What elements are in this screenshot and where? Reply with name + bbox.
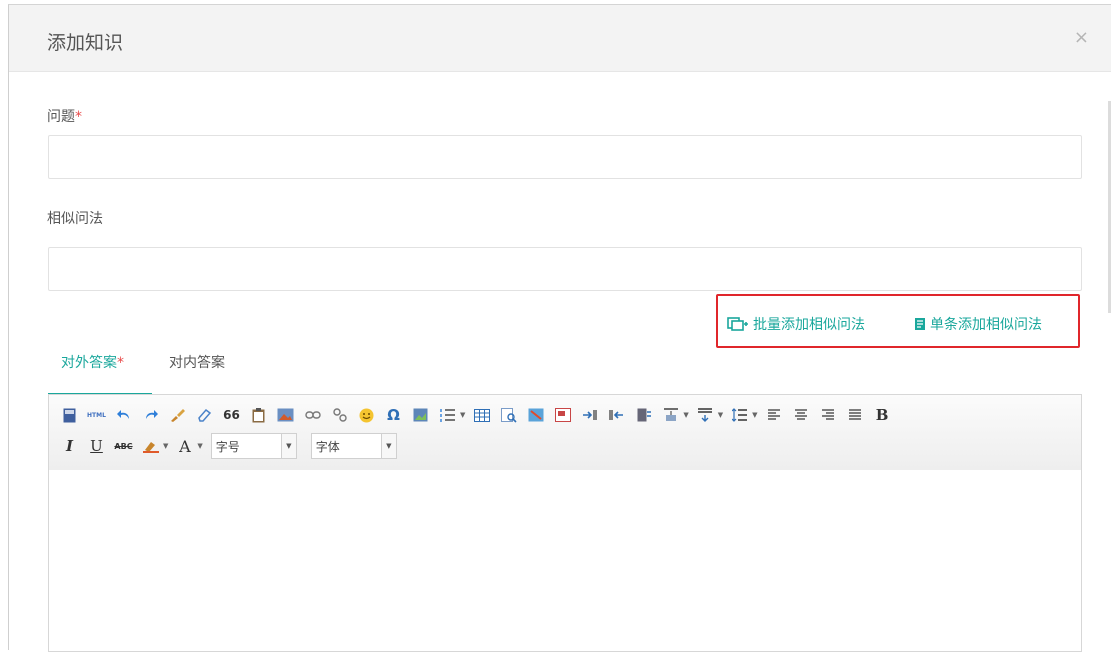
insert-picture-icon[interactable] bbox=[410, 405, 431, 425]
tab-external-answer-label: 对外答案 bbox=[61, 355, 117, 371]
editor-toolbar: HTML 66 Ω ▼ ▼ ▼ ▼ B I U ABC ▼ A ▼ 字号 ▼ 字… bbox=[49, 395, 1081, 471]
font-color-icon[interactable]: A bbox=[174, 436, 195, 456]
tab-external-answer[interactable]: 对外答案* bbox=[61, 352, 124, 372]
paragraph-spacing-dropdown-icon[interactable]: ▼ bbox=[718, 411, 723, 419]
add-similar-actions-highlight: 批量添加相似问法 单条添加相似问法 bbox=[716, 294, 1080, 348]
similar-question-input[interactable] bbox=[48, 247, 1082, 291]
special-char-label: Ω bbox=[387, 406, 400, 424]
blockquote-icon[interactable]: 66 bbox=[221, 405, 242, 425]
dialog-header: 添加知识 × bbox=[9, 5, 1111, 72]
insert-frame-icon[interactable] bbox=[552, 405, 573, 425]
blockquote-label: 66 bbox=[223, 408, 240, 422]
font-family-dropdown-icon: ▼ bbox=[380, 433, 397, 459]
strikethrough-label: ABC bbox=[114, 441, 133, 451]
paste-icon[interactable] bbox=[248, 405, 269, 425]
block-icon[interactable] bbox=[633, 405, 654, 425]
italic-icon[interactable]: I bbox=[59, 436, 80, 456]
bold-icon[interactable]: B bbox=[872, 405, 893, 425]
format-painter-icon[interactable] bbox=[167, 405, 188, 425]
add-knowledge-dialog: 添加知识 × 问题* 相似问法 批量添加相似问法 单条添加相似问法 对外答案* … bbox=[8, 4, 1111, 652]
dialog-title: 添加知识 bbox=[47, 32, 124, 54]
ordered-list-dropdown-icon[interactable]: ▼ bbox=[460, 411, 465, 419]
answer-editor: HTML 66 Ω ▼ ▼ ▼ ▼ B I U ABC ▼ A ▼ 字号 ▼ 字… bbox=[48, 394, 1082, 652]
single-add-similar-link[interactable]: 单条添加相似问法 bbox=[914, 314, 1042, 334]
single-add-label: 单条添加相似问法 bbox=[930, 317, 1042, 333]
bold-label: B bbox=[875, 406, 889, 424]
unlink-icon[interactable] bbox=[329, 405, 350, 425]
ordered-list-icon[interactable] bbox=[437, 405, 458, 425]
ltr-icon[interactable] bbox=[579, 405, 600, 425]
html-source-icon[interactable]: HTML bbox=[86, 405, 107, 425]
single-add-icon bbox=[915, 318, 925, 330]
highlight-color-dropdown-icon[interactable]: ▼ bbox=[163, 442, 168, 450]
align-dropdown-icon[interactable]: ▼ bbox=[683, 411, 688, 419]
undo-icon[interactable] bbox=[113, 405, 134, 425]
justify-icon[interactable] bbox=[845, 405, 866, 425]
tab-required-mark: * bbox=[117, 355, 124, 371]
toolbar-row-1: HTML 66 Ω ▼ ▼ ▼ ▼ B bbox=[59, 404, 899, 426]
html-source-label: HTML bbox=[87, 411, 106, 419]
font-color-dropdown-icon[interactable]: ▼ bbox=[197, 442, 202, 450]
question-input[interactable] bbox=[48, 135, 1082, 179]
map-icon[interactable] bbox=[525, 405, 546, 425]
toolbar-row-2: I U ABC ▼ A ▼ 字号 ▼ 字体 ▼ bbox=[59, 433, 397, 459]
rtl-icon[interactable] bbox=[606, 405, 627, 425]
search-replace-icon[interactable] bbox=[498, 405, 519, 425]
similar-question-label: 相似问法 bbox=[47, 211, 103, 227]
batch-add-icon bbox=[727, 317, 748, 331]
font-color-label: A bbox=[179, 436, 191, 456]
image-icon[interactable] bbox=[275, 405, 296, 425]
question-label: 问题* bbox=[47, 106, 82, 126]
eraser-icon[interactable] bbox=[194, 405, 215, 425]
font-size-select[interactable]: 字号 ▼ bbox=[210, 433, 297, 459]
align-center-icon[interactable] bbox=[791, 405, 812, 425]
question-label-text: 问题 bbox=[47, 109, 75, 125]
align-right-icon[interactable] bbox=[818, 405, 839, 425]
italic-label: I bbox=[65, 437, 74, 455]
table-icon[interactable] bbox=[471, 405, 492, 425]
required-mark: * bbox=[75, 109, 82, 125]
align-left-icon[interactable] bbox=[764, 405, 785, 425]
font-family-select-value: 字体 bbox=[315, 439, 340, 454]
font-size-select-value: 字号 bbox=[215, 439, 240, 454]
batch-add-label: 批量添加相似问法 bbox=[753, 317, 865, 333]
strikethrough-icon[interactable]: ABC bbox=[113, 436, 134, 456]
redo-icon[interactable] bbox=[140, 405, 161, 425]
line-height-dropdown-icon[interactable]: ▼ bbox=[752, 411, 757, 419]
emoji-icon[interactable] bbox=[356, 405, 377, 425]
tab-internal-answer[interactable]: 对内答案 bbox=[169, 352, 225, 372]
batch-add-similar-link[interactable]: 批量添加相似问法 bbox=[727, 314, 865, 334]
line-height-icon[interactable] bbox=[729, 405, 750, 425]
highlight-color-icon[interactable] bbox=[140, 436, 161, 456]
paragraph-spacing-icon[interactable] bbox=[695, 405, 716, 425]
font-family-select[interactable]: 字体 ▼ bbox=[310, 433, 397, 459]
link-icon[interactable] bbox=[302, 405, 323, 425]
font-size-dropdown-icon: ▼ bbox=[280, 433, 297, 459]
special-char-icon[interactable]: Ω bbox=[383, 405, 404, 425]
close-button[interactable]: × bbox=[1074, 29, 1089, 47]
align-top-icon[interactable] bbox=[660, 405, 681, 425]
underline-label: U bbox=[90, 437, 103, 455]
fullscreen-icon[interactable] bbox=[59, 405, 80, 425]
underline-icon[interactable]: U bbox=[86, 436, 107, 456]
editor-content-area[interactable] bbox=[49, 470, 1081, 651]
